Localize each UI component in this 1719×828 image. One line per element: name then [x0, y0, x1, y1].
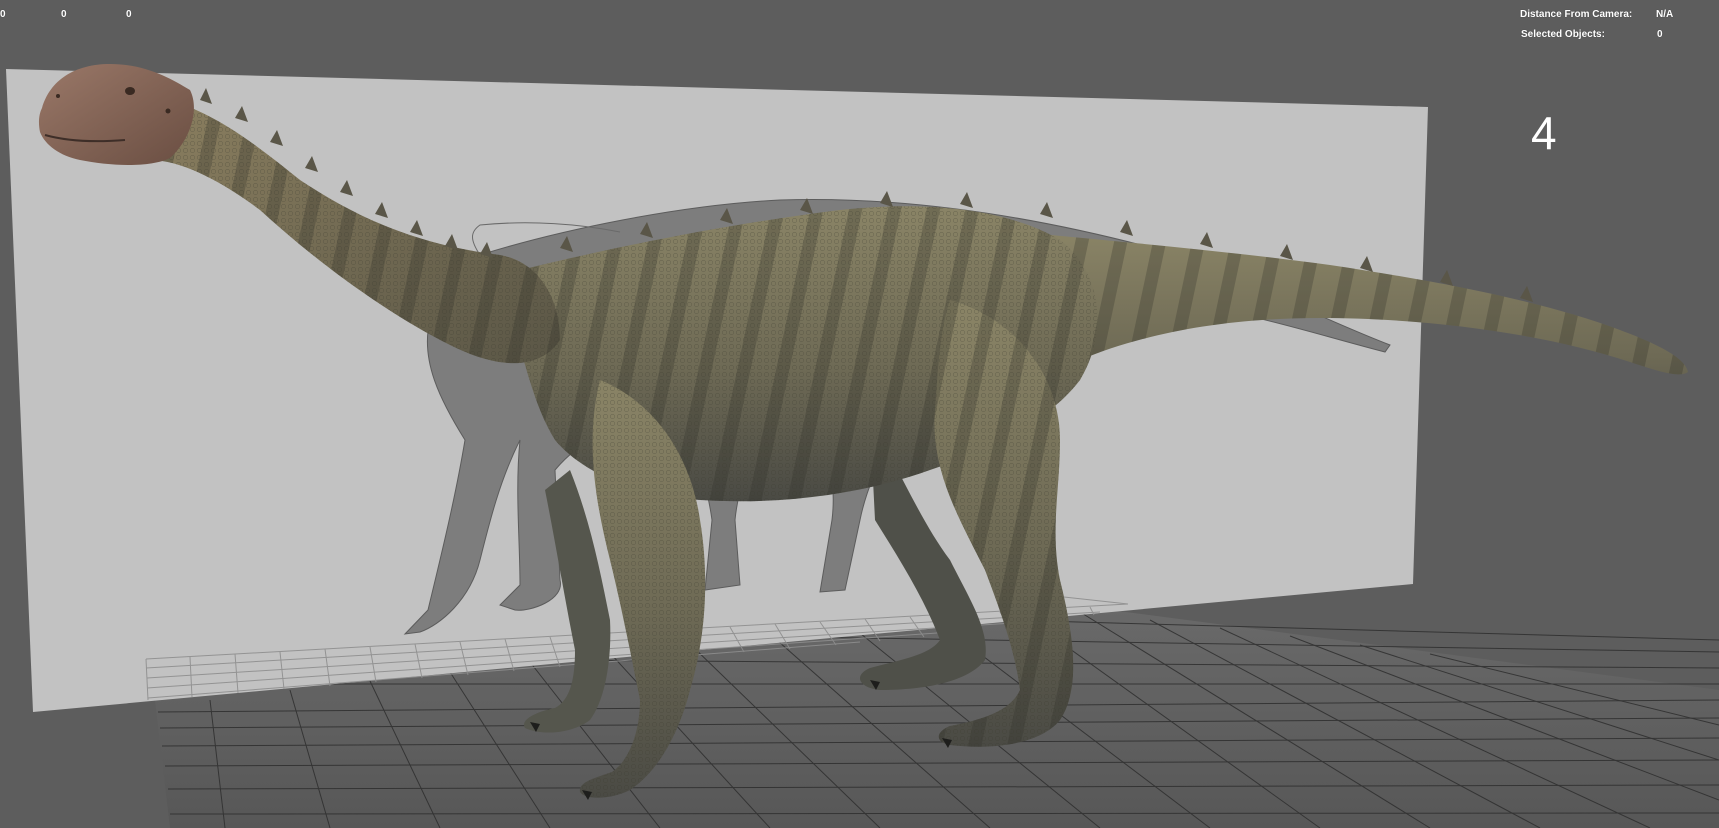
distance-from-camera-value: N/A: [1656, 9, 1674, 20]
selected-objects-value: 0: [1657, 29, 1663, 40]
hud-value-left-2: 0: [61, 9, 67, 20]
hud-value-left-1: 0: [0, 9, 6, 20]
hud-value-left-3: 0: [126, 9, 132, 20]
viewport-scene: [6, 64, 1719, 828]
3d-viewport[interactable]: 0 0 0 Distance From Camera: N/A Selected…: [0, 0, 1719, 828]
selected-objects-label: Selected Objects:: [1521, 29, 1605, 40]
view-number-label: 4: [1531, 107, 1557, 159]
distance-from-camera-label: Distance From Camera:: [1520, 9, 1633, 20]
